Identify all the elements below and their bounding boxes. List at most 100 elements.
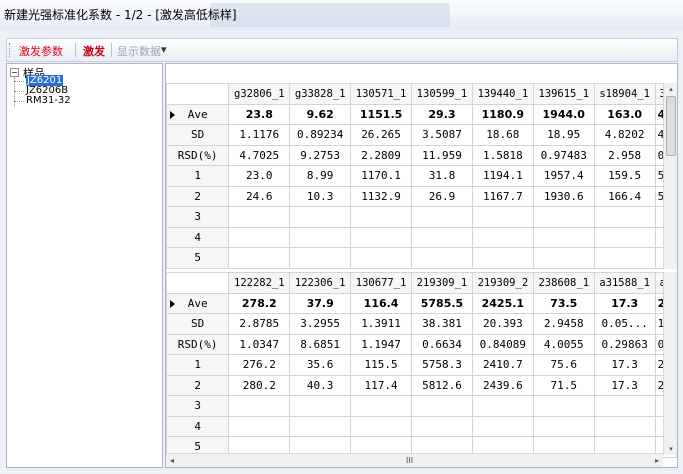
column-header[interactable]: a31588_1 — [593, 272, 656, 294]
grid-1-vertical-scrollbar[interactable]: ▴ — [663, 83, 677, 269]
table-cell[interactable] — [411, 247, 473, 269]
table-cell[interactable]: 40.3 — [289, 374, 352, 396]
table-row[interactable]: 2 280.2 40.3 117.4 5812.6 2439.6 71.5 17.3 2 — [166, 374, 677, 396]
table-cell[interactable]: 17.3 — [593, 354, 656, 376]
table-cell[interactable]: 11.959 — [411, 144, 473, 166]
table-row[interactable]: 1 276.2 35.6 115.5 5758.3 2410.7 75.6 17.3 2 — [166, 354, 677, 376]
table-cell[interactable]: 0.97483 — [532, 144, 595, 166]
table-cell[interactable]: 9.2753 — [289, 144, 352, 166]
table-row[interactable]: SD 2.8785 3.2955 1.3911 38.381 20.393 2.9458 0.… — [166, 313, 677, 335]
toolbar-grip-icon[interactable] — [9, 43, 12, 57]
show-data-button[interactable]: 显示数据 — [117, 43, 161, 59]
table-cell[interactable] — [532, 415, 595, 437]
table-row[interactable]: RSD(%) 4.7025 9.2753 2.2809 11.959 1.5818 0.97… — [166, 144, 677, 166]
table-cell[interactable]: 5785.5 — [411, 292, 473, 314]
table-row[interactable]: 2 24.6 10.3 1132.9 26.9 1167.7 1930.6 166.4 5 — [166, 185, 677, 207]
table-cell[interactable]: 26.9 — [411, 185, 473, 207]
table-cell[interactable] — [593, 226, 656, 248]
table-cell[interactable]: 1.0347 — [228, 333, 291, 355]
row-header[interactable]: 1 — [166, 354, 230, 376]
table-cell[interactable]: 9.62 — [289, 103, 352, 125]
table-cell[interactable]: 8.99 — [289, 165, 352, 187]
column-header[interactable]: 139615_1 — [532, 83, 595, 105]
table-cell[interactable] — [471, 206, 534, 228]
row-header[interactable]: SD — [166, 313, 230, 335]
table-cell[interactable] — [471, 247, 534, 269]
scroll-up-icon[interactable]: ▴ — [664, 83, 677, 95]
table-cell[interactable] — [411, 395, 473, 417]
table-cell[interactable]: 276.2 — [228, 354, 291, 376]
tree-collapse-icon[interactable]: − — [10, 68, 19, 77]
table-row[interactable]: 4 — [166, 226, 677, 248]
table-cell[interactable] — [411, 226, 473, 248]
row-header[interactable]: 3 — [166, 206, 230, 228]
excite-params-button[interactable]: 激发参数 — [19, 43, 63, 59]
column-header[interactable]: g32806_1 — [228, 83, 291, 105]
table-cell[interactable] — [593, 395, 656, 417]
column-header[interactable]: 130571_1 — [350, 83, 413, 105]
table-cell[interactable]: 2410.7 — [471, 354, 534, 376]
table-cell[interactable] — [228, 206, 291, 228]
table-cell[interactable]: 0.84089 — [471, 333, 534, 355]
table-cell[interactable]: 117.4 — [350, 374, 413, 396]
scroll-thumb[interactable] — [666, 96, 676, 156]
table-cell[interactable] — [228, 395, 291, 417]
table-cell[interactable]: 75.6 — [532, 354, 595, 376]
table-cell[interactable]: 1167.7 — [471, 185, 534, 207]
tree-item-rm31-32[interactable]: RM31-32 — [26, 95, 71, 106]
table-cell[interactable]: 17.3 — [593, 374, 656, 396]
table-cell[interactable]: 5758.3 — [411, 354, 473, 376]
table-cell[interactable]: 3.2955 — [289, 313, 352, 335]
table-cell[interactable]: 10.3 — [289, 185, 352, 207]
column-header[interactable]: 122306_1 — [289, 272, 352, 294]
table-cell[interactable]: 18.68 — [471, 124, 534, 146]
column-header[interactable]: 238608_1 — [532, 272, 595, 294]
horizontal-scrollbar[interactable]: ◂ III ▸ — [166, 453, 663, 467]
table-cell[interactable]: 2.2809 — [350, 144, 413, 166]
table-cell[interactable] — [228, 226, 291, 248]
row-header[interactable]: Ave — [166, 103, 230, 125]
table-cell[interactable]: 4.8202 — [593, 124, 656, 146]
row-header[interactable]: 2 — [166, 185, 230, 207]
table-cell[interactable] — [532, 395, 595, 417]
table-cell[interactable]: 1.3911 — [350, 313, 413, 335]
row-header[interactable]: 1 — [166, 165, 230, 187]
column-header[interactable]: 130599_1 — [411, 83, 473, 105]
grid-2-vertical-scrollbar[interactable]: ▾ — [663, 272, 677, 455]
table-cell[interactable]: 4.7025 — [228, 144, 291, 166]
table-cell[interactable] — [350, 395, 413, 417]
column-header[interactable]: 139440_1 — [471, 83, 534, 105]
table-cell[interactable] — [471, 226, 534, 248]
table-cell[interactable]: 71.5 — [532, 374, 595, 396]
table-cell[interactable] — [289, 247, 352, 269]
table-cell[interactable] — [289, 395, 352, 417]
column-header[interactable]: 219309_1 — [411, 272, 473, 294]
table-cell[interactable]: 1151.5 — [350, 103, 413, 125]
scroll-left-icon[interactable]: ◂ — [170, 454, 174, 467]
table-cell[interactable] — [350, 415, 413, 437]
table-cell[interactable]: 23.8 — [228, 103, 291, 125]
table-cell[interactable]: 163.0 — [593, 103, 656, 125]
table-cell[interactable]: 166.4 — [593, 185, 656, 207]
table-cell[interactable]: 3.5087 — [411, 124, 473, 146]
row-header[interactable]: 4 — [166, 226, 230, 248]
table-cell[interactable]: 2.958 — [593, 144, 656, 166]
column-header[interactable]: 219309_2 — [471, 272, 534, 294]
table-cell[interactable]: 116.4 — [350, 292, 413, 314]
table-cell[interactable]: 31.8 — [411, 165, 473, 187]
table-cell[interactable] — [471, 395, 534, 417]
table-cell[interactable] — [228, 415, 291, 437]
table-cell[interactable]: 5812.6 — [411, 374, 473, 396]
row-header[interactable]: RSD(%) — [166, 144, 230, 166]
table-cell[interactable]: 23.0 — [228, 165, 291, 187]
table-cell[interactable]: 18.95 — [532, 124, 595, 146]
table-cell[interactable]: 0.89234 — [289, 124, 352, 146]
table-cell[interactable]: 1930.6 — [532, 185, 595, 207]
table-cell[interactable] — [593, 415, 656, 437]
table-cell[interactable]: 1.1947 — [350, 333, 413, 355]
table-cell[interactable]: 20.393 — [471, 313, 534, 335]
table-cell[interactable]: 278.2 — [228, 292, 291, 314]
table-cell[interactable]: 1.5818 — [471, 144, 534, 166]
table-cell[interactable]: 1132.9 — [350, 185, 413, 207]
table-cell[interactable]: 38.381 — [411, 313, 473, 335]
